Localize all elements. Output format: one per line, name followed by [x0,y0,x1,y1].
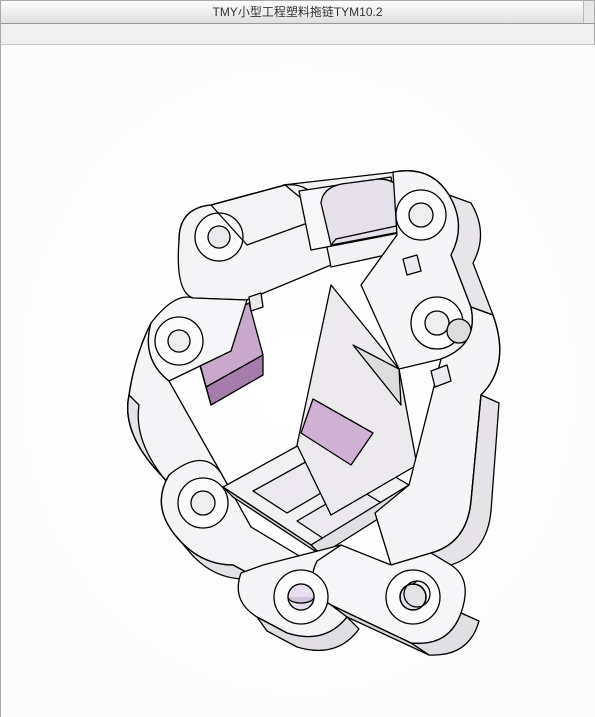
model-canvas[interactable] [1,45,594,717]
model-render [1,45,595,717]
menu-strip [0,24,595,45]
graphics-viewport[interactable] [0,45,595,717]
window-title: TMY小型工程塑料拖链TYM10.2 [212,5,382,19]
title-bar-edge [583,1,594,23]
title-bar: TMY小型工程塑料拖链TYM10.2 [0,0,595,24]
